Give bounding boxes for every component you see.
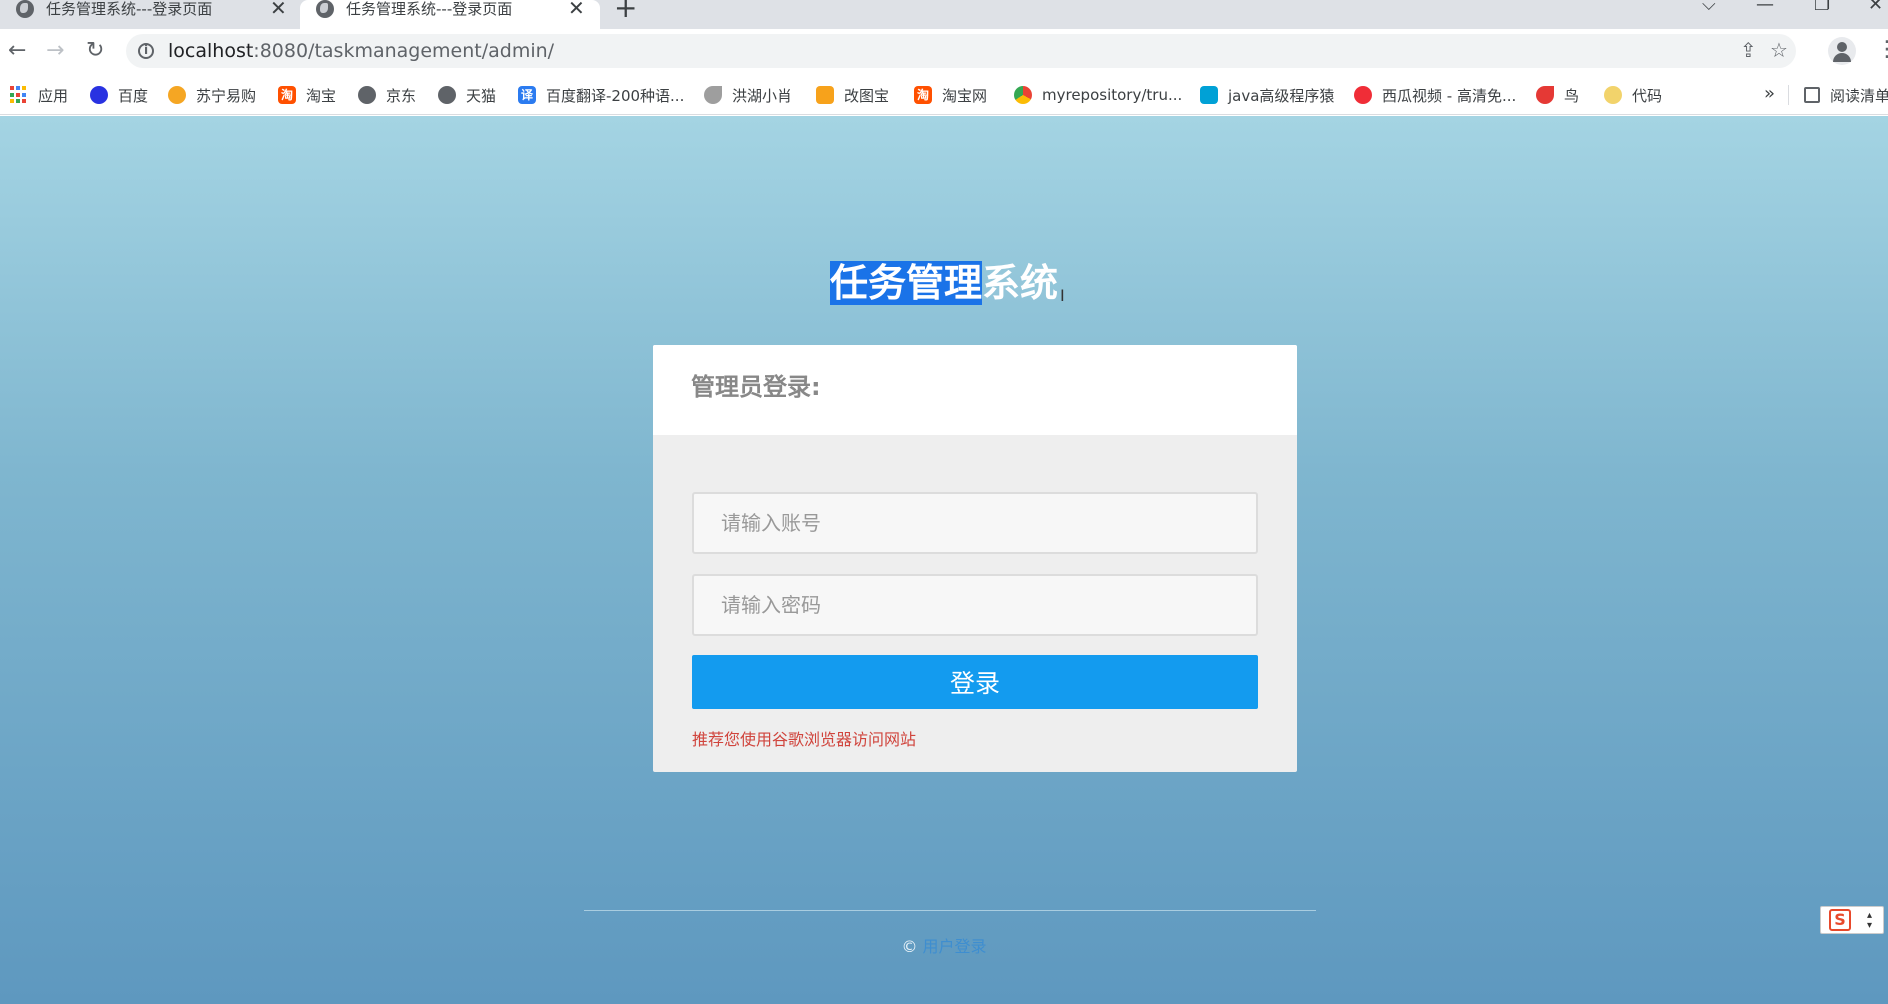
selected-title-text: 任务管理 [829,261,982,305]
globe-icon [16,0,34,18]
tab-title: 任务管理系统---登录页面 [46,0,213,18]
globe-icon [438,86,456,104]
ime-toggle-icon: ▴ ▾ [1867,910,1873,931]
restore-icon[interactable]: ❐ [1814,0,1830,14]
bookmark-java[interactable]: java高级程序猿 [1200,84,1334,106]
close-tab-icon[interactable]: ✕ [568,0,585,18]
admin-login-heading: 管理员登录: [691,373,821,401]
sogou-icon: S [1829,909,1851,931]
copyright-symbol: © [901,937,918,956]
chrome-icon [1014,86,1032,104]
bookmark-honghu[interactable]: 洪湖小肖 [704,84,792,106]
close-window-icon[interactable]: ✕ [1868,0,1883,14]
new-tab-button[interactable]: + [614,0,637,22]
bookmark-tmall[interactable]: 天猫 [438,84,496,106]
system-title: 任务管理系统 [0,258,1888,308]
tab-login-page-2[interactable]: 任务管理系统---登录页面 ✕ [300,0,600,29]
suning-lion-icon [168,86,186,104]
bookmark-jd[interactable]: 京东 [358,84,416,106]
bookmark-code[interactable]: 代码 [1604,84,1662,106]
bookmark-xigua[interactable]: 西瓜视频 - 高清免... [1354,84,1516,106]
baidu-paw-icon [90,86,108,104]
login-card: 管理员登录: 登录 推荐您使用谷歌浏览器访问网站 [653,345,1297,772]
browser-toolbar: ← → ↻ localhost:8080/taskmanagement/admi… [0,29,1888,75]
tab-strip: 任务管理系统---登录页面 ✕ 任务管理系统---登录页面 ✕ + ⌵ — ❐ … [0,0,1888,29]
tab-title: 任务管理系统---登录页面 [346,0,513,18]
sogou-ime-widget[interactable]: S ▴ ▾ [1820,906,1884,934]
chrome-menu-icon[interactable]: ⋮ [1876,39,1888,61]
bookmark-taobao[interactable]: 淘 淘宝 [278,84,336,106]
more-bookmarks-icon[interactable]: » [1764,83,1775,104]
bookmark-baidu[interactable]: 百度 [90,84,148,106]
bookmark-apps[interactable]: 应用 [10,84,68,106]
bookmarks-divider [1788,85,1789,105]
gaitubao-icon [816,86,834,104]
card-header: 管理员登录: [653,345,1297,435]
bird-icon [704,86,722,104]
bookmark-myrepository[interactable]: myrepository/tru... [1014,84,1182,106]
bookmarks-bar: 应用 百度 苏宁易购 淘 淘宝 京东 天猫 译 百度翻译-200种语... 洪湖… [0,75,1888,115]
xigua-icon [1354,86,1372,104]
moon-icon [1604,86,1622,104]
globe-icon [316,0,334,18]
browser-tip: 推荐您使用谷歌浏览器访问网站 [692,730,917,749]
login-button[interactable]: 登录 [692,655,1258,709]
taobao-icon: 淘 [278,86,296,104]
bookmark-baidu-translate[interactable]: 译 百度翻译-200种语... [518,84,684,106]
text-cursor-icon: I [1060,286,1065,305]
minimize-icon[interactable]: — [1756,0,1774,14]
reading-list-icon [1804,87,1820,103]
tab-search-chevron-icon[interactable]: ⌵ [1702,0,1716,14]
password-input[interactable] [692,574,1258,636]
footer: © 用户登录 [0,936,1888,958]
title-rest-text: 系统 [982,261,1059,305]
forward-button[interactable]: → [46,37,64,65]
reading-list[interactable]: 阅读清单 [1804,84,1888,106]
user-login-link[interactable]: 用户登录 [923,937,987,956]
bookmark-taobao-web[interactable]: 淘 淘宝网 [914,84,987,106]
footer-divider [584,910,1316,911]
account-input[interactable] [692,492,1258,554]
bilibili-icon [1200,86,1218,104]
login-page: 任务管理系统 I 管理员登录: 登录 推荐您使用谷歌浏览器访问网站 © 用户登录… [0,116,1888,1004]
share-icon[interactable]: ⇪ [1740,39,1757,61]
baidu-translate-icon: 译 [518,86,536,104]
back-button[interactable]: ← [8,37,26,65]
bird-red-icon [1536,86,1554,104]
bookmark-star-icon[interactable]: ☆ [1770,39,1788,61]
globe-icon [358,86,376,104]
profile-avatar-icon[interactable] [1828,37,1856,65]
site-info-icon[interactable] [138,43,154,59]
url-text[interactable]: localhost:8080/taskmanagement/admin/ [168,40,554,62]
bookmark-bird[interactable]: 鸟 [1536,84,1579,106]
reload-button[interactable]: ↻ [86,37,104,65]
bookmark-suning[interactable]: 苏宁易购 [168,84,256,106]
address-bar[interactable]: localhost:8080/taskmanagement/admin/ ⇪ ☆ [126,34,1796,68]
close-tab-icon[interactable]: ✕ [270,0,287,18]
bookmark-gaitubao[interactable]: 改图宝 [816,84,889,106]
taobao-icon: 淘 [914,86,932,104]
apps-grid-icon [10,86,28,104]
tab-login-page-1[interactable]: 任务管理系统---登录页面 ✕ [0,0,296,29]
